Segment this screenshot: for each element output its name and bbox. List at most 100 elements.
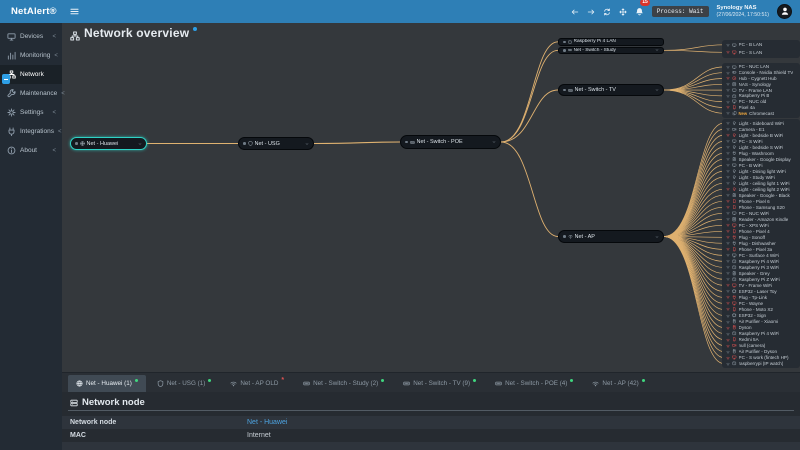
- globe-icon: [76, 380, 83, 387]
- topology-node-net-huawei[interactable]: Net - Huawei: [70, 137, 147, 150]
- plug-icon: [732, 295, 737, 300]
- topology-node-net-switch-tv[interactable]: Net - Switch - TV: [558, 84, 664, 96]
- device-label: NAS - Synology: [739, 82, 771, 87]
- person-icon: [780, 3, 790, 21]
- console-icon: [732, 70, 737, 75]
- chevron-down-icon: [492, 140, 496, 144]
- device-label: PC - Surface 4 WiFi: [739, 253, 780, 258]
- phone-icon: [732, 307, 737, 312]
- device-row[interactable]: PC - B LAN: [724, 41, 798, 49]
- device-label: Speaker - Google - Black: [739, 193, 790, 198]
- topology-node-net-ap[interactable]: Net - AP: [558, 230, 664, 243]
- move-pan-icon[interactable]: [619, 8, 627, 16]
- topology-node-net-switch-study[interactable]: Net - Switch - Study: [558, 47, 664, 55]
- detail-row-value: Internet: [247, 432, 271, 439]
- info-dot-icon[interactable]: [193, 27, 197, 31]
- device-label: PC - S work (fintech HP): [739, 355, 789, 360]
- tab-net-switch-study-2-[interactable]: Net - Switch - Study (2): [295, 375, 392, 392]
- device-row[interactable]: raspberrypi (IP watch): [724, 361, 798, 367]
- device-label: Plug - Sonoff: [739, 235, 765, 240]
- topology-node-net-usg[interactable]: Net - USG: [238, 137, 314, 150]
- phone-icon: [732, 247, 737, 252]
- topology-links: [62, 23, 800, 372]
- process-status-chip: Process: Wait: [652, 6, 709, 17]
- status-dot: [563, 49, 566, 52]
- tab-net-huawei-1-[interactable]: Net - Huawei (1): [68, 375, 146, 392]
- device-row[interactable]: Console - Nvidia Shield TV: [724, 70, 798, 76]
- user-avatar[interactable]: [777, 4, 792, 19]
- topology-node-net-switch-poe[interactable]: Net - Switch - POE: [400, 135, 501, 149]
- sidebar-item-maintenance[interactable]: Maintenance<: [0, 84, 62, 103]
- device-label: raspberrypi (IP watch): [739, 361, 784, 366]
- sidebar-item-settings[interactable]: Settings<: [0, 103, 62, 122]
- device-row[interactable]: Speaker - Google - Black: [724, 192, 798, 198]
- topology-node-raspberry-pi-4-lan[interactable]: Raspberry Pi 4 LAN: [558, 38, 664, 46]
- submenu-toggle[interactable]: [2, 74, 10, 84]
- detail-row-label: Network node: [62, 419, 247, 426]
- device-row[interactable]: PC - S work (fintech HP): [724, 355, 798, 361]
- detail-row-value[interactable]: Net - Huawei: [247, 419, 287, 426]
- phone-icon: [732, 229, 737, 234]
- device-label: Light - bedside S WiFi: [739, 145, 784, 150]
- device-label: Speaker - Google Display: [739, 157, 791, 162]
- device-row[interactable]: Light - ceiling light 1 WiFi: [724, 180, 798, 186]
- device-label: Console - Nvidia Shield TV: [739, 70, 794, 75]
- notifications-bell-icon[interactable]: 15: [635, 3, 644, 21]
- switch-icon: [568, 48, 572, 52]
- sidebar-item-integrations[interactable]: Integrations<: [0, 122, 62, 141]
- switch-icon: [568, 88, 573, 93]
- device-label: TV - Frame LAN: [739, 88, 772, 93]
- device-row[interactable]: Light - ceiling light 2 WiFi: [724, 186, 798, 192]
- sidebar-item-monitoring[interactable]: Monitoring<: [0, 46, 62, 65]
- node-label: Net - USG: [255, 141, 280, 147]
- connection-status-icon: [726, 265, 730, 269]
- hamburger-menu-icon[interactable]: [70, 7, 79, 16]
- sidebar-item-devices[interactable]: Devices<: [0, 27, 62, 46]
- topology-canvas[interactable]: Net - Huawei Net - USG Net - Switch - PO…: [62, 23, 800, 372]
- speaker-icon: [732, 157, 737, 162]
- chevron-collapse-icon: <: [52, 110, 56, 116]
- device-label: PC - S LAN: [739, 50, 763, 55]
- online-dot-icon: [381, 379, 384, 382]
- status-dot: [243, 142, 246, 145]
- tab-net-switch-tv-9-[interactable]: Net - Switch - TV (9): [395, 375, 484, 392]
- pc-icon: [732, 355, 737, 360]
- device-label: Phone - Samsung S20: [739, 205, 785, 210]
- tab-net-ap-42-[interactable]: Net - AP (42): [584, 375, 652, 392]
- device-row[interactable]: Reader - Amazon Kindle: [724, 216, 798, 222]
- device-label: PC - Wayne: [739, 301, 764, 306]
- tab-net-usg-1-[interactable]: Net - USG (1): [149, 375, 220, 392]
- esp-icon: [732, 289, 737, 294]
- connection-status-icon: [726, 71, 730, 75]
- sidebar-item-about[interactable]: About<: [0, 141, 62, 160]
- wifi-icon: [230, 380, 237, 387]
- maintenance-icon: [7, 89, 16, 98]
- connection-status-icon: [726, 193, 730, 197]
- tab-net-ap-old[interactable]: Net - AP OLD: [222, 375, 292, 392]
- nav-forward-icon[interactable]: [587, 8, 595, 16]
- device-row[interactable]: Speaker - Google Display: [724, 156, 798, 162]
- connection-status-icon: [726, 65, 730, 69]
- tab-label: Net - Switch - POE (4): [505, 380, 567, 387]
- page-title: Network overview: [84, 26, 189, 40]
- tab-net-switch-poe-4-[interactable]: Net - Switch - POE (4): [487, 375, 581, 392]
- rpi-icon: [732, 265, 737, 270]
- esp-icon: [732, 313, 737, 318]
- connection-status-icon: [726, 151, 730, 155]
- globe-icon: [80, 141, 85, 146]
- connection-status-icon: [726, 235, 730, 239]
- pc-icon: [732, 139, 737, 144]
- app-logo: NetAlert®: [0, 6, 62, 17]
- nav-back-icon[interactable]: [571, 8, 579, 16]
- pc-icon: [732, 301, 737, 306]
- device-label: Air Purifier - Dyson: [739, 349, 778, 354]
- status-dot: [563, 235, 566, 238]
- refresh-icon[interactable]: [603, 8, 611, 16]
- sidebar-item-label: Monitoring: [20, 52, 50, 59]
- connection-status-icon: [726, 50, 730, 54]
- connection-status-icon: [726, 88, 730, 92]
- pc-icon: [732, 163, 737, 168]
- shield-icon: [248, 141, 253, 146]
- device-row[interactable]: PC - S LAN: [724, 49, 798, 57]
- device-row[interactable]: NewChromecast: [724, 110, 798, 116]
